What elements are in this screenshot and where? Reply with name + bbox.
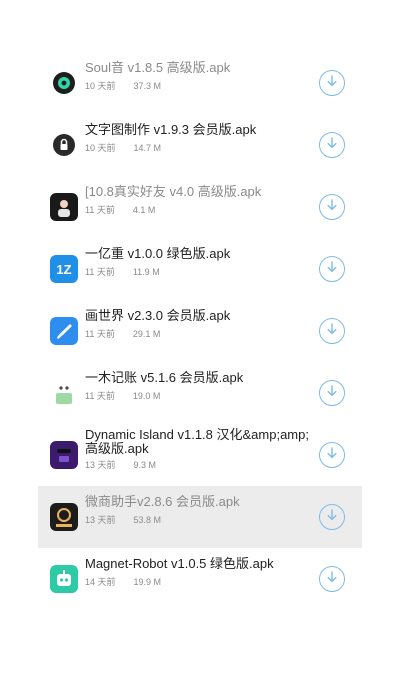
list-item[interactable]: 1Z 一亿重 v1.0.0 绿色版.apk 11 天前 11.9 M	[38, 238, 362, 300]
download-arrow-icon	[325, 74, 339, 93]
soul-app-icon	[50, 69, 78, 97]
file-time: 11 天前	[85, 267, 115, 277]
file-meta: 13 天前 53.8 M	[85, 513, 161, 526]
magnet-robot-app-icon	[50, 565, 78, 593]
file-meta: 13 天前 9.3 M	[85, 458, 156, 471]
file-size: 37.3 M	[133, 81, 162, 91]
download-arrow-icon	[325, 508, 339, 527]
list-item[interactable]: Soul音 v1.8.5 高级版.apk 10 天前 37.3 M	[38, 52, 362, 114]
file-meta: 11 天前 29.1 M	[85, 327, 160, 340]
file-time: 13 天前	[85, 460, 116, 470]
download-list: Soul音 v1.8.5 高级版.apk 10 天前 37.3 M 文字图制作 v1.…	[38, 52, 362, 610]
text-image-app-icon	[50, 131, 78, 159]
list-item[interactable]: 文字图制作 v1.9.3 会员版.apk 10 天前 14.7 M	[38, 114, 362, 176]
yimu-ledger-app-icon	[50, 379, 78, 407]
list-item[interactable]: Magnet-Robot v1.0.5 绿色版.apk 14 天前 19.9 M	[38, 548, 362, 610]
file-size: 19.0 M	[132, 391, 161, 401]
download-arrow-icon	[325, 446, 339, 465]
file-size: 53.8 M	[133, 515, 162, 525]
list-item[interactable]: 微商助手v2.8.6 会员版.apk 13 天前 53.8 M	[38, 486, 362, 548]
dynamic-island-app-icon	[50, 441, 78, 469]
file-size: 14.7 M	[133, 143, 162, 153]
file-size: 9.3 M	[133, 460, 157, 470]
download-button[interactable]	[319, 442, 345, 468]
download-button[interactable]	[319, 132, 345, 158]
list-item[interactable]: Dynamic Island v1.1.8 汉化&amp;amp;高级版.apk…	[38, 424, 362, 486]
download-button[interactable]	[319, 70, 345, 96]
file-time: 11 天前	[85, 205, 115, 215]
download-button[interactable]	[319, 318, 345, 344]
file-size: 29.1 M	[132, 329, 161, 339]
download-button[interactable]	[319, 566, 345, 592]
file-name: Magnet-Robot v1.0.5 绿色版.apk	[85, 556, 274, 571]
file-meta: 14 天前 19.9 M	[85, 575, 161, 588]
file-size: 11.9 M	[132, 267, 160, 277]
friends-app-icon	[50, 193, 78, 221]
file-time: 10 天前	[85, 143, 116, 153]
list-item[interactable]: 画世界 v2.3.0 会员版.apk 11 天前 29.1 M	[38, 300, 362, 362]
file-time: 11 天前	[85, 391, 115, 401]
download-arrow-icon	[325, 198, 339, 217]
file-meta: 11 天前 11.9 M	[85, 265, 160, 278]
file-meta: 10 天前 14.7 M	[85, 141, 161, 154]
file-time: 14 天前	[85, 577, 116, 587]
file-name: 文字图制作 v1.9.3 会员版.apk	[85, 122, 257, 137]
file-name: 微商助手v2.8.6 会员版.apk	[85, 494, 240, 509]
file-name: 画世界 v2.3.0 会员版.apk	[85, 308, 231, 323]
wechat-business-app-icon	[50, 503, 78, 531]
file-meta: 11 天前 19.0 M	[85, 389, 160, 402]
file-name: 一木记账 v5.1.6 会员版.apk	[85, 370, 244, 385]
file-size: 19.9 M	[133, 577, 162, 587]
list-item[interactable]: 一木记账 v5.1.6 会员版.apk 11 天前 19.0 M	[38, 362, 362, 424]
download-arrow-icon	[325, 384, 339, 403]
download-arrow-icon	[325, 570, 339, 589]
download-button[interactable]	[319, 380, 345, 406]
file-name: Dynamic Island v1.1.8 汉化&amp;amp;高级版.apk	[85, 427, 309, 456]
download-button[interactable]	[319, 256, 345, 282]
svg-text:1Z: 1Z	[56, 262, 71, 277]
file-time: 13 天前	[85, 515, 116, 525]
file-name: 一亿重 v1.0.0 绿色版.apk	[85, 246, 231, 261]
download-arrow-icon	[325, 136, 339, 155]
yiyizhong-app-icon: 1Z	[50, 255, 78, 283]
paint-world-app-icon	[50, 317, 78, 345]
file-size: 4.1 M	[132, 205, 156, 215]
file-time: 10 天前	[85, 81, 116, 91]
file-meta: 11 天前 4.1 M	[85, 203, 155, 216]
file-time: 11 天前	[85, 329, 115, 339]
download-button[interactable]	[319, 504, 345, 530]
download-arrow-icon	[325, 322, 339, 341]
file-name: [10.8真实好友 v4.0 高级版.apk	[85, 184, 262, 199]
list-item[interactable]: [10.8真实好友 v4.0 高级版.apk 11 天前 4.1 M	[38, 176, 362, 238]
download-arrow-icon	[325, 260, 339, 279]
download-button[interactable]	[319, 194, 345, 220]
file-meta: 10 天前 37.3 M	[85, 79, 161, 92]
file-name: Soul音 v1.8.5 高级版.apk	[85, 60, 231, 75]
